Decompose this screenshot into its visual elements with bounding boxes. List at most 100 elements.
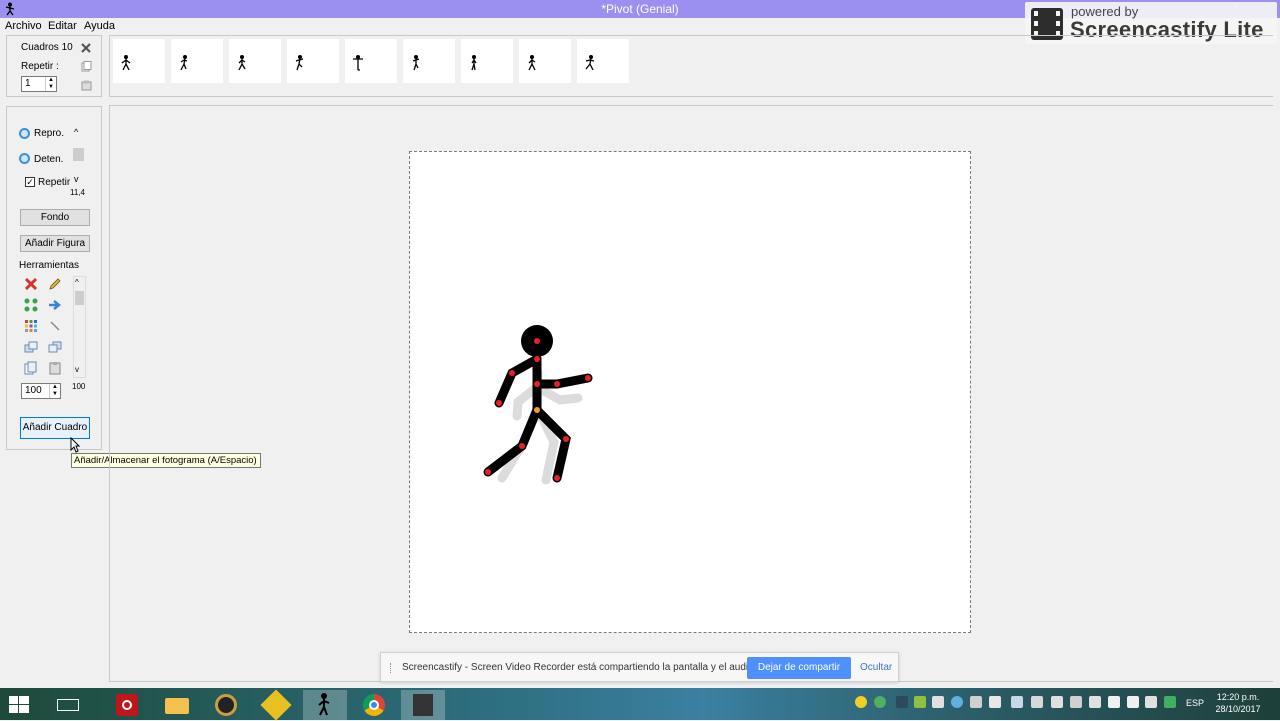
- frame-thumbnail-6[interactable]: [403, 39, 455, 83]
- add-frame-button[interactable]: Añadir Cuadro: [20, 417, 90, 439]
- tools-scrollbar[interactable]: ^ v: [73, 276, 86, 378]
- loop-label: Repetir: [38, 177, 71, 188]
- menu-ayuda[interactable]: Ayuda: [84, 20, 115, 32]
- frame-thumbnail-3[interactable]: [229, 39, 281, 83]
- speaker-icon[interactable]: [204, 690, 248, 720]
- volume-icon[interactable]: [989, 696, 1001, 708]
- play-label: Repro.: [34, 128, 65, 139]
- pivot-icon[interactable]: [303, 690, 347, 720]
- chrome-icon[interactable]: [352, 690, 396, 720]
- tray-app-icon[interactable]: [932, 696, 944, 708]
- speed-readout: 11,4: [70, 188, 85, 197]
- stop-label: Deten.: [34, 154, 64, 165]
- stick-figure-thumb-icon: [353, 55, 363, 71]
- start-icon[interactable]: [9, 696, 29, 713]
- edit-pencil-icon[interactable]: [48, 277, 62, 291]
- tray-app-icon[interactable]: [951, 696, 963, 708]
- send-back-icon[interactable]: [48, 340, 62, 354]
- frame-thumbnail-9[interactable]: [577, 39, 629, 83]
- tray-app-icon[interactable]: [896, 696, 908, 708]
- delete-figure-icon[interactable]: [24, 277, 38, 291]
- taskbar: ESP 12:20 p.m. 28/10/2017: [0, 688, 1280, 721]
- tray-app-icon[interactable]: [1108, 696, 1120, 708]
- copy-figure-icon[interactable]: [24, 361, 38, 375]
- background-button[interactable]: Fondo: [20, 209, 90, 226]
- tray-app-icon[interactable]: [1031, 696, 1043, 708]
- file-explorer-icon[interactable]: [155, 690, 199, 720]
- frame-thumbnail-1[interactable]: [113, 39, 165, 83]
- speed-down-arrow-icon[interactable]: v: [74, 174, 79, 184]
- frame-thumbnail-2[interactable]: [171, 39, 223, 83]
- repeat-label: Repetir :: [21, 61, 59, 72]
- add-figure-button[interactable]: Añadir Figura: [20, 235, 90, 252]
- flag-icon[interactable]: [1127, 696, 1139, 708]
- menu-editar[interactable]: Editar: [48, 20, 77, 32]
- power-icon[interactable]: [106, 690, 150, 720]
- language-indicator[interactable]: ESP: [1186, 698, 1204, 708]
- bring-front-icon[interactable]: [24, 340, 38, 354]
- frame-thumbnail-8[interactable]: [519, 39, 571, 83]
- color-grid-icon[interactable]: [24, 319, 38, 333]
- tools-label: Herramientas: [19, 260, 80, 271]
- keyboard-icon[interactable]: [45, 690, 89, 720]
- repeat-value: 1: [25, 78, 31, 89]
- scroll-thumb[interactable]: [75, 291, 84, 305]
- clock-date: 28/10/2017: [1215, 704, 1261, 714]
- stick-figure-thumb-icon: [471, 55, 477, 71]
- scale-value: 100: [25, 385, 42, 396]
- stick-figure-thumb-icon: [412, 55, 420, 71]
- hide-link[interactable]: Ocultar: [860, 662, 892, 673]
- clock-time: 12:20 p.m.: [1216, 692, 1260, 702]
- frames-count-label: Cuadros 10: [21, 42, 73, 53]
- tray-app-icon[interactable]: [1164, 696, 1176, 708]
- drag-handle-icon[interactable]: [390, 663, 393, 673]
- tray-app-icon[interactable]: [1089, 696, 1101, 708]
- tray-app-icon[interactable]: [874, 696, 886, 708]
- stepper-arrows-icon[interactable]: ▲ ▼: [49, 384, 60, 398]
- clock[interactable]: 12:20 p.m. 28/10/2017: [1210, 691, 1266, 715]
- tray-app-icon[interactable]: [914, 696, 926, 708]
- menu-archivo[interactable]: Archivo: [5, 20, 42, 32]
- copy-frame-icon[interactable]: [81, 61, 92, 72]
- figure-root-joint[interactable]: [534, 407, 540, 413]
- stick-figure-thumb-icon: [528, 55, 536, 71]
- play-radio[interactable]: [19, 128, 30, 139]
- tray-app-icon[interactable]: [1051, 696, 1063, 708]
- stop-sharing-button[interactable]: Dejar de compartir: [747, 657, 851, 679]
- animation-stage[interactable]: [409, 151, 971, 633]
- stick-figure-thumb-icon: [238, 55, 246, 71]
- join-figure-icon[interactable]: [24, 298, 38, 312]
- stop-radio[interactable]: [19, 153, 30, 164]
- frame-thumbnail-5[interactable]: [345, 39, 397, 83]
- scale-stepper[interactable]: 100 ▲ ▼: [21, 383, 61, 399]
- mouse-cursor-icon: [70, 437, 80, 453]
- frame-thumbnail-7[interactable]: [461, 39, 513, 83]
- animation-controls-panel: Repro. Deten. ✓ Repetir ^ v 11,4 Fondo A…: [6, 106, 102, 450]
- tray-app-icon[interactable]: [1070, 696, 1082, 708]
- speed-slider-thumb[interactable]: [73, 148, 84, 161]
- scroll-down-icon[interactable]: v: [75, 365, 79, 374]
- share-message: Screencastify - Screen Video Recorder es…: [402, 662, 757, 673]
- delete-frame-icon[interactable]: [81, 43, 91, 53]
- app-icon[interactable]: [254, 689, 298, 721]
- frames-timeline: [109, 35, 1273, 97]
- network-icon[interactable]: [1011, 696, 1023, 708]
- scroll-up-icon[interactable]: ^: [75, 278, 79, 287]
- speed-up-arrow-icon[interactable]: ^: [74, 127, 78, 137]
- loop-checkbox[interactable]: ✓: [25, 177, 35, 187]
- stick-figure[interactable]: [410, 152, 970, 632]
- frames-control-panel: Cuadros 10 Repetir : 1 ▲ ▼: [6, 35, 102, 97]
- tray-app-icon[interactable]: [970, 696, 982, 708]
- speaker-tray-icon[interactable]: [1145, 696, 1157, 708]
- tray-app-icon[interactable]: [855, 696, 867, 708]
- repeat-stepper[interactable]: 1 ▲ ▼: [21, 76, 57, 92]
- frame-thumbnail-4[interactable]: [287, 39, 339, 83]
- film-icon[interactable]: [401, 690, 445, 720]
- line-tool-icon[interactable]: [48, 319, 62, 333]
- paste-figure-icon[interactable]: [48, 361, 62, 375]
- flip-arrow-icon[interactable]: [48, 298, 62, 312]
- stepper-arrows-icon[interactable]: ▲ ▼: [45, 77, 56, 91]
- screen-share-banner: Screencastify - Screen Video Recorder es…: [380, 652, 899, 682]
- paste-frame-icon[interactable]: [81, 80, 92, 91]
- stick-figure-thumb-icon: [295, 55, 304, 71]
